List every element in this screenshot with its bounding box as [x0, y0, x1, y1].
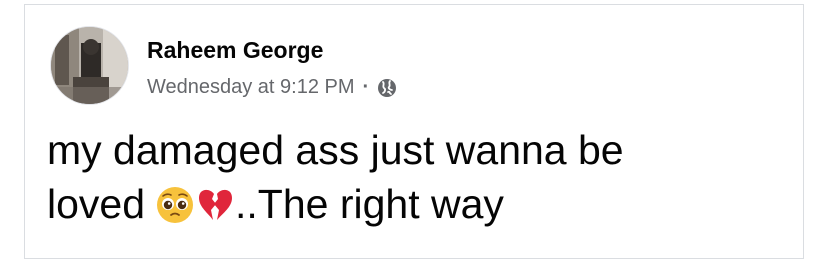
- post-text-part: my damaged ass just wanna be: [47, 127, 624, 173]
- post-text-part: loved: [47, 181, 146, 227]
- post-text-part: ..The right way: [235, 181, 504, 227]
- post-card: Raheem George Wednesday at 9:12 PM · my …: [24, 4, 804, 259]
- avatar[interactable]: [50, 26, 129, 105]
- post-text-line-2: loved ..The right way: [47, 177, 787, 231]
- avatar-photo: [51, 27, 128, 104]
- post-meta: Wednesday at 9:12 PM ·: [147, 76, 397, 99]
- post-timestamp[interactable]: Wednesday at 9:12 PM: [147, 76, 355, 99]
- meta-separator: ·: [362, 76, 370, 98]
- globe-icon[interactable]: [377, 78, 397, 98]
- broken-heart-icon: [195, 184, 235, 224]
- pleading-face-icon: [155, 184, 195, 224]
- author-name[interactable]: Raheem George: [147, 37, 323, 64]
- post-body: my damaged ass just wanna be loved ..The…: [47, 123, 787, 231]
- post-text-line-1: my damaged ass just wanna be: [47, 123, 787, 177]
